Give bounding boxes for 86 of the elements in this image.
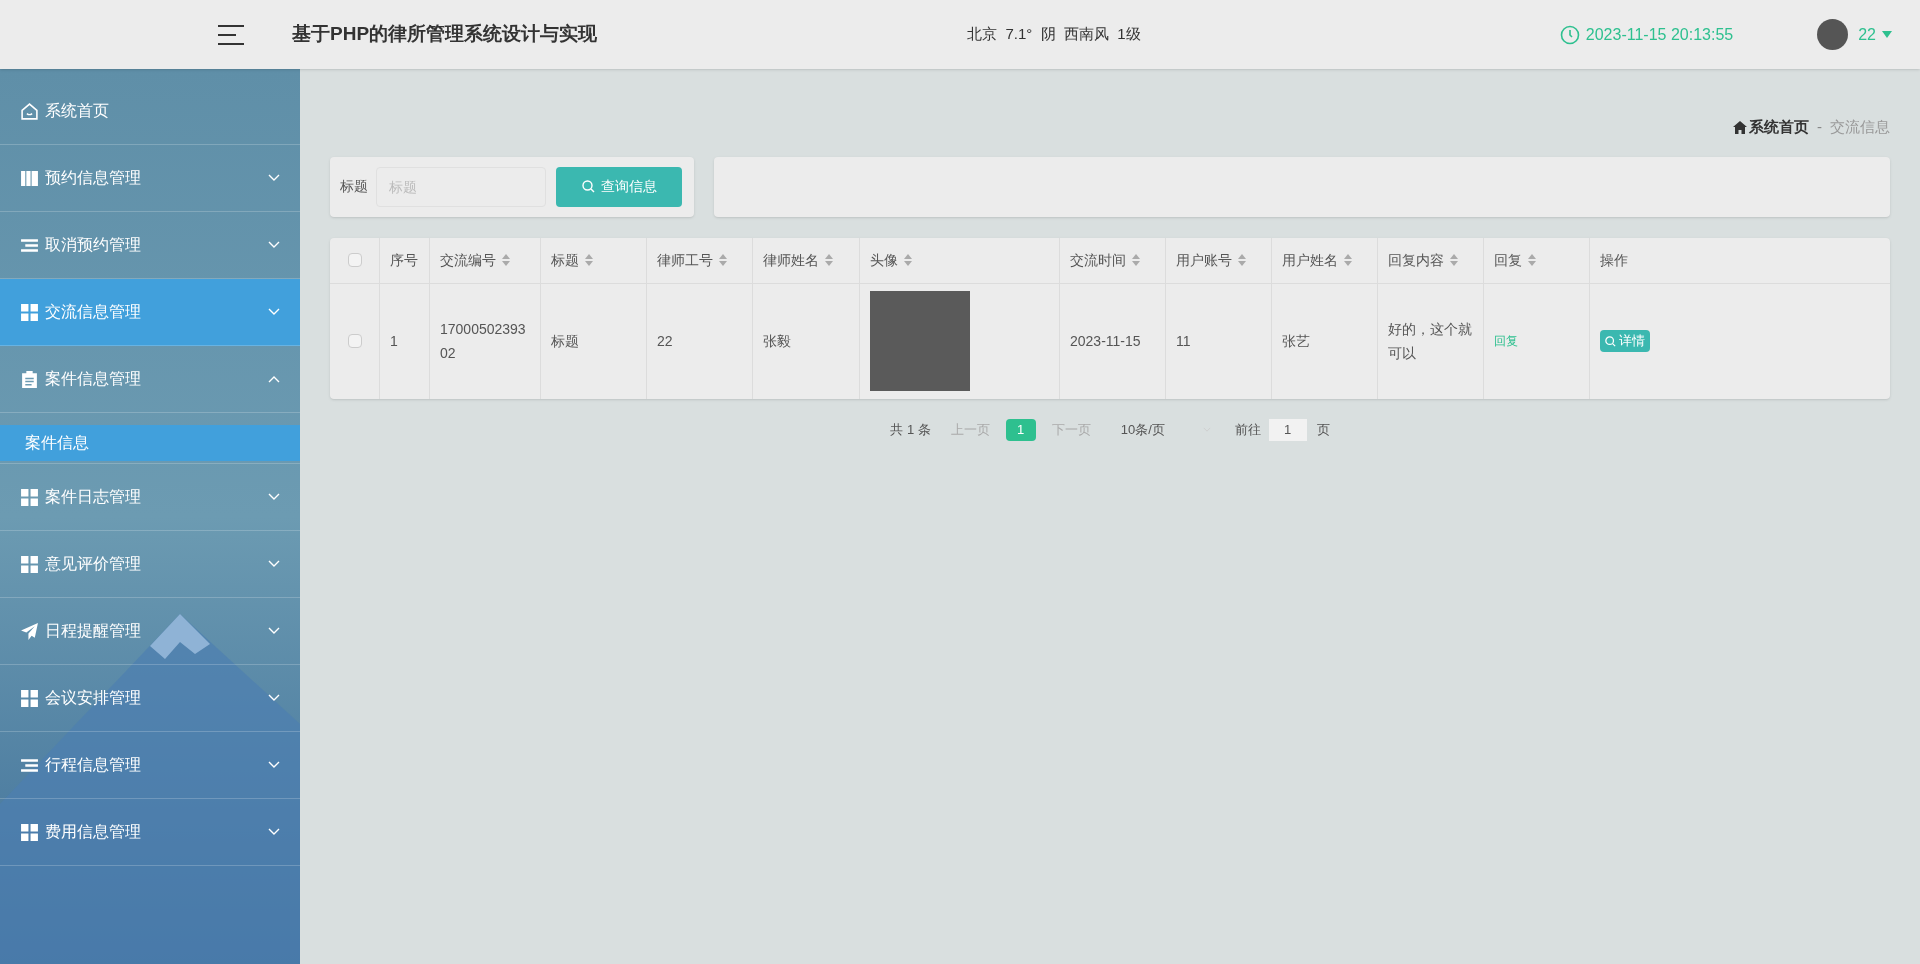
sidebar-item-label: 案件信息管理	[45, 369, 141, 389]
sort-icon[interactable]	[904, 254, 912, 266]
sidebar-item-label: 意见评价管理	[45, 554, 141, 574]
sort-icon[interactable]	[719, 254, 727, 266]
column-header[interactable]: 回复	[1494, 249, 1536, 271]
page-button[interactable]: 1	[1005, 418, 1036, 441]
sidebar-item[interactable]: 意见评价管理	[0, 531, 300, 598]
column-header[interactable]: 用户姓名	[1282, 249, 1352, 271]
column-header[interactable]: 交流编号	[440, 249, 510, 271]
column-header[interactable]: 回复内容	[1388, 249, 1458, 271]
app-title: 基于PHP的律所管理系统设计与实现	[292, 22, 598, 47]
book-icon	[20, 168, 39, 188]
search-button[interactable]: 查询信息	[556, 166, 682, 207]
breadcrumb-link[interactable]: 系统首页	[1749, 116, 1809, 139]
sidebar-item[interactable]: 费用信息管理	[0, 799, 300, 866]
search-label: 标题	[340, 177, 368, 196]
sort-icon[interactable]	[585, 254, 593, 266]
grid-icon	[20, 302, 39, 322]
column-header[interactable]: 律师姓名	[763, 249, 833, 271]
table-cell-text: 好的，这个就可以	[1388, 320, 1473, 363]
column-header[interactable]: 交流时间	[1070, 249, 1140, 271]
row-checkbox[interactable]	[347, 334, 362, 348]
sidebar-item-label: 系统首页	[45, 101, 109, 121]
column-header[interactable]: 律师工号	[657, 249, 727, 271]
menu-icon[interactable]	[218, 23, 244, 46]
datetime: 2023-11-15 20:13:55	[1585, 24, 1734, 45]
sidebar-item[interactable]: 案件信息管理	[0, 346, 300, 413]
goto-suffix: 页	[1316, 420, 1330, 439]
weather-info: 北京 7.1° 阴 西南风 1级	[967, 24, 1141, 45]
sort-icon[interactable]	[1450, 254, 1458, 266]
grid-icon	[20, 822, 39, 842]
details-button[interactable]: 详情	[1600, 330, 1650, 352]
search-icon	[1605, 335, 1616, 347]
page-input-field[interactable]: 1	[1268, 418, 1307, 441]
sort-icon[interactable]	[1528, 254, 1536, 266]
sort-icon[interactable]	[825, 254, 833, 266]
caret-icon	[1882, 30, 1892, 39]
submenu-item[interactable]: 案件信息	[0, 425, 300, 461]
column-header: 序号	[390, 250, 418, 270]
column-header[interactable]: 用户账号	[1176, 249, 1246, 271]
page-size-select[interactable]: 10条/页	[1120, 419, 1211, 440]
sidebar-item[interactable]: 交流信息管理	[0, 279, 300, 346]
total-count: 共 1 条	[890, 420, 931, 439]
paper-plane-icon	[20, 621, 39, 641]
sort-icon[interactable]	[1238, 254, 1246, 266]
column-header[interactable]: 头像	[870, 249, 912, 271]
sidebar-item[interactable]: 会议安排管理	[0, 665, 300, 732]
column-header[interactable]: 标题	[551, 249, 593, 271]
table-cell-text: 2023-11-15	[1070, 332, 1141, 351]
sidebar-item-label: 会议安排管理	[45, 688, 141, 708]
grid-icon	[20, 554, 39, 574]
clock-icon	[1559, 24, 1580, 45]
select-all-checkbox[interactable]	[347, 253, 362, 267]
table-cell-text: 1	[390, 332, 398, 351]
table-cell-text: 标题	[551, 332, 579, 351]
grid-icon	[20, 487, 39, 507]
sidebar-item-label: 案件日志管理	[45, 487, 141, 507]
sidebar-item-label: 日程提醒管理	[45, 621, 141, 641]
goto-label: 前往	[1234, 420, 1261, 439]
table-cell-text: 11	[1176, 332, 1191, 351]
breadcrumb-current: 交流信息	[1830, 117, 1890, 137]
avatar-icon[interactable]	[1817, 19, 1849, 50]
search-icon	[581, 180, 595, 193]
table-cell-text: 1700050239302	[440, 320, 527, 363]
sort-icon[interactable]	[1132, 254, 1140, 266]
sidebar-item-label: 行程信息管理	[45, 755, 141, 775]
column-header: 操作	[1600, 250, 1628, 270]
sidebar-item-label: 预约信息管理	[45, 168, 141, 188]
sidebar-item[interactable]: 系统首页	[0, 78, 300, 145]
table-cell-text: 张艺	[1282, 332, 1310, 351]
sidebar-item[interactable]: 预约信息管理	[0, 145, 300, 212]
table-cell-text: 张毅	[763, 332, 791, 351]
grid-icon	[20, 688, 39, 708]
clipboard-icon	[20, 369, 39, 389]
sidebar-item[interactable]: 行程信息管理	[0, 732, 300, 799]
sort-icon[interactable]	[1344, 254, 1352, 266]
table-cell-text: 22	[657, 332, 673, 351]
sort-icon[interactable]	[502, 254, 510, 266]
sidebar-item[interactable]: 日程提醒管理	[0, 598, 300, 665]
sidebar-item-label: 取消预约管理	[45, 235, 141, 255]
home-icon	[1733, 120, 1747, 134]
sidebar-item[interactable]: 案件日志管理	[0, 464, 300, 531]
sidebar-item-label: 费用信息管理	[45, 822, 141, 842]
sidebar-item-label: 交流信息管理	[45, 302, 141, 322]
breadcrumb-separator: -	[1817, 117, 1822, 137]
home-icon	[20, 101, 39, 121]
